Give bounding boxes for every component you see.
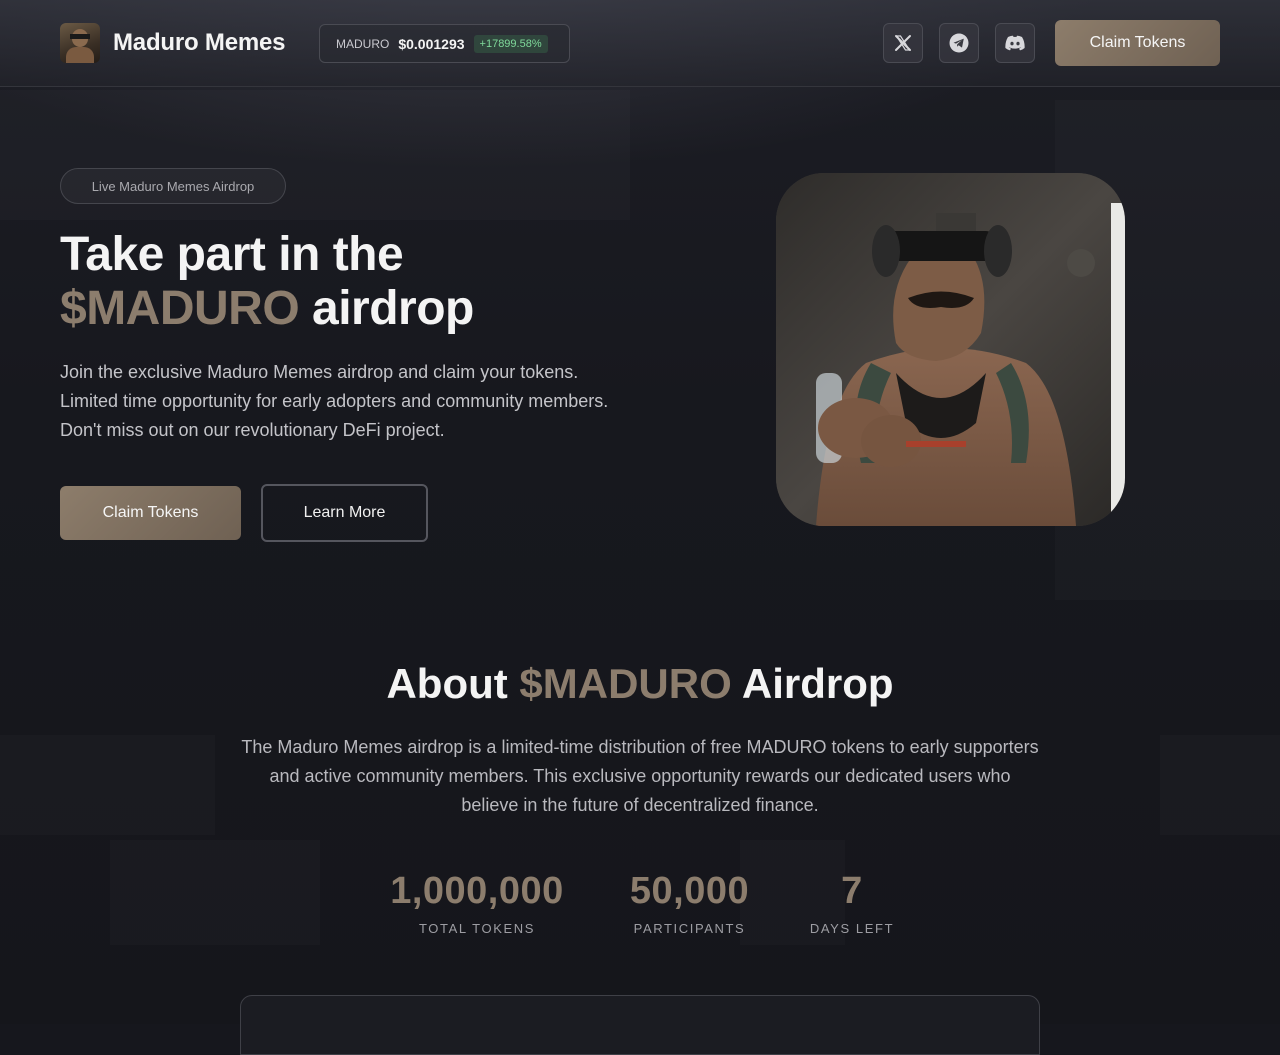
x-link[interactable] [883, 23, 923, 63]
bg-tile [1160, 735, 1280, 835]
site-header: Maduro Memes MADURO $0.001293 +17899.58% [0, 0, 1280, 87]
hero-claim-button[interactable]: Claim Tokens [60, 486, 241, 540]
stat-days-left: 7 DAYS LEFT [805, 870, 899, 936]
stat-value: 50,000 [620, 870, 759, 913]
brand-logo [60, 23, 100, 63]
stat-label: DAYS LEFT [805, 921, 899, 936]
stat-value: 1,000,000 [386, 870, 568, 913]
telegram-link[interactable] [939, 23, 979, 63]
airdrop-badge: Live Maduro Memes Airdrop [60, 168, 286, 204]
stat-label: PARTICIPANTS [620, 921, 759, 936]
header-claim-button[interactable]: Claim Tokens [1055, 20, 1220, 66]
about-description: The Maduro Memes airdrop is a limited-ti… [240, 733, 1040, 820]
learn-more-button[interactable]: Learn More [261, 484, 428, 542]
stat-participants: 50,000 PARTICIPANTS [620, 870, 759, 936]
ticker-price: $0.001293 [398, 36, 464, 52]
hero-image [776, 173, 1125, 526]
about-title-suffix: Airdrop [732, 660, 894, 707]
bg-tile [0, 735, 215, 835]
bg-tile [110, 840, 320, 945]
brand-name: Maduro Memes [113, 29, 285, 57]
stat-total-tokens: 1,000,000 TOTAL TOKENS [386, 870, 568, 936]
airdrop-panel [240, 995, 1040, 1055]
hero-description: Join the exclusive Maduro Memes airdrop … [60, 358, 620, 445]
about-title-accent: $MADURO [519, 660, 731, 707]
x-icon [894, 34, 912, 52]
discord-icon [1004, 34, 1026, 52]
brand[interactable]: Maduro Memes [60, 23, 285, 63]
stat-label: TOTAL TOKENS [386, 921, 568, 936]
ticker-change: +17899.58% [474, 35, 548, 53]
telegram-icon [949, 33, 969, 53]
hero-title: Take part in the $MADURO airdrop [60, 228, 700, 336]
hero-title-accent: $MADURO [60, 282, 299, 335]
price-ticker: MADURO $0.001293 +17899.58% [319, 24, 570, 63]
ticker-symbol: MADURO [336, 37, 389, 51]
hero-title-rest: airdrop [299, 282, 474, 335]
hero-title-line1: Take part in the [60, 228, 403, 281]
stat-value: 7 [805, 870, 899, 913]
discord-link[interactable] [995, 23, 1035, 63]
about-title-prefix: About [386, 660, 519, 707]
about-title: About $MADURO Airdrop [0, 660, 1280, 708]
